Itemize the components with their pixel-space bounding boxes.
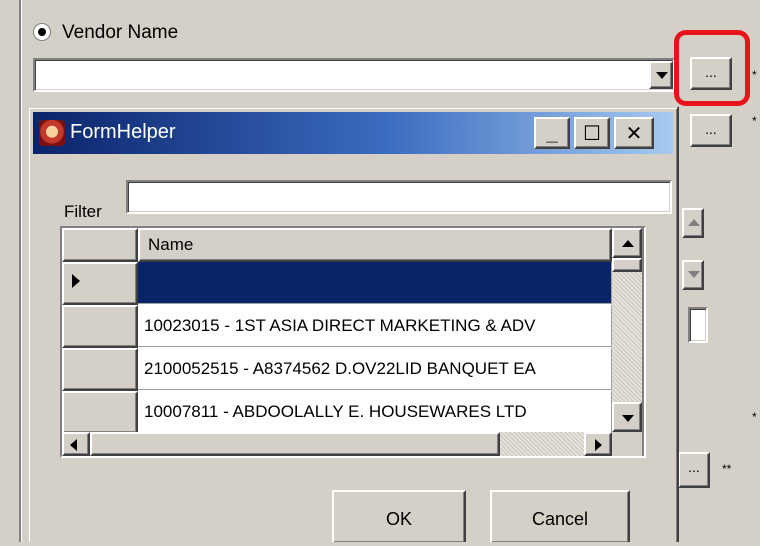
table-row[interactable]: 10007811 - ABDOOLALLY E. HOUSEWARES LTD	[138, 391, 612, 433]
vertical-scroll-thumb[interactable]	[612, 258, 642, 272]
close-icon: ✕	[625, 123, 643, 145]
app-icon	[39, 120, 65, 146]
ok-button[interactable]: OK	[332, 490, 466, 542]
row-header[interactable]	[62, 391, 138, 434]
maximize-icon: ☐	[583, 123, 601, 145]
radio-selected-dot	[38, 28, 46, 36]
arrow-up-icon	[622, 240, 634, 247]
scroll-down-button[interactable]	[612, 402, 642, 432]
chevron-down-icon	[656, 72, 668, 79]
cancel-button[interactable]: Cancel	[490, 490, 630, 542]
required-asterisk: **	[722, 462, 732, 476]
required-asterisk: *	[752, 410, 757, 424]
scrollbar-corner	[612, 432, 642, 456]
required-asterisk: *	[752, 68, 757, 82]
grid-corner-header	[62, 228, 138, 262]
scroll-left-button[interactable]	[62, 432, 90, 456]
close-button[interactable]: ✕	[614, 117, 654, 149]
scroll-up-button[interactable]	[612, 228, 642, 258]
minimize-button[interactable]: _	[534, 117, 570, 149]
browse-button-3[interactable]: ...	[678, 452, 710, 488]
dialog-title: FormHelper	[70, 121, 176, 143]
parent-text-field[interactable]	[688, 307, 708, 343]
minimize-icon: _	[546, 123, 558, 145]
filter-label: Filter	[64, 202, 102, 221]
required-asterisk: *	[752, 114, 757, 128]
maximize-button[interactable]: ☐	[574, 117, 610, 149]
spin-up-button[interactable]	[682, 208, 704, 238]
spin-down-button[interactable]	[682, 260, 704, 290]
highlight-annotation	[674, 30, 750, 106]
filter-input[interactable]	[126, 180, 672, 214]
current-row-pointer-icon	[72, 274, 80, 288]
arrow-down-icon	[622, 415, 634, 422]
scroll-right-button[interactable]	[584, 432, 612, 456]
vendor-name-label: Vendor Name	[62, 22, 179, 43]
arrow-right-icon	[595, 439, 602, 451]
browse-button-2[interactable]: ...	[690, 114, 732, 147]
arrow-left-icon	[70, 439, 77, 451]
vendor-name-combobox[interactable]	[33, 58, 675, 92]
column-header-name[interactable]: Name	[138, 228, 612, 262]
table-row[interactable]	[138, 262, 612, 304]
parent-window-edge	[19, 0, 22, 542]
row-header[interactable]	[62, 348, 138, 391]
table-row[interactable]: 2100052515 - A8374562 D.OV22LID BANQUET …	[138, 348, 612, 390]
table-row[interactable]: 10023015 - 1ST ASIA DIRECT MARKETING & A…	[138, 305, 612, 347]
horizontal-scroll-thumb[interactable]	[90, 432, 500, 456]
row-header[interactable]	[62, 305, 138, 348]
